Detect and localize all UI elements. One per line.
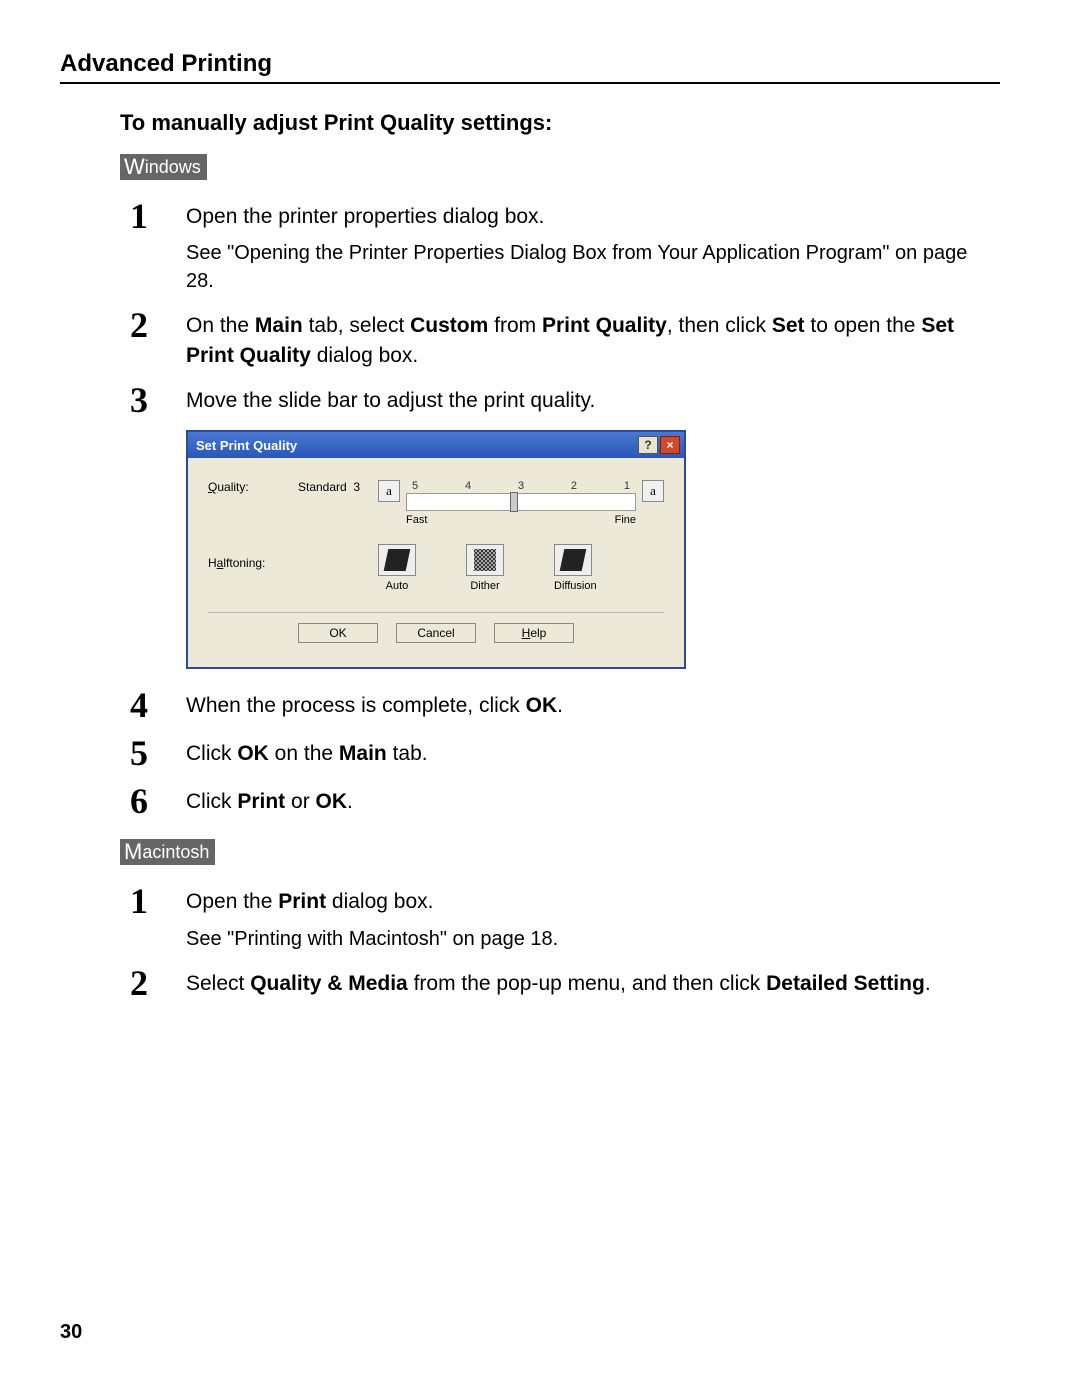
slider-ticks: 5 4 3 2 1 xyxy=(406,480,636,492)
fast-end-icon: a xyxy=(378,480,400,502)
step-1: 1 Open the printer properties dialog box… xyxy=(130,198,1000,295)
step-head: Open the printer properties dialog box. xyxy=(186,202,1000,231)
step-number: 6 xyxy=(130,783,186,819)
macintosh-steps: 1 Open the Print dialog box. See "Printi… xyxy=(130,883,1000,1000)
step-number: 4 xyxy=(130,687,186,723)
halftoning-label: Halftoning: xyxy=(208,556,298,570)
quality-row: Quality: Standard 3 a 5 4 3 2 1 xyxy=(208,480,664,526)
mac-step-1: 1 Open the Print dialog box. See "Printi… xyxy=(130,883,1000,952)
step-6: 6 Click Print or OK. xyxy=(130,783,1000,819)
mac-step-2: 2 Select Quality & Media from the pop-up… xyxy=(130,965,1000,1001)
dialog-title: Set Print Quality xyxy=(196,438,297,453)
step-5: 5 Click OK on the Main tab. xyxy=(130,735,1000,771)
step-head: Open the Print dialog box. xyxy=(186,887,1000,916)
slider-thumb[interactable] xyxy=(510,492,518,512)
halftone-auto[interactable]: Auto xyxy=(378,544,416,592)
set-print-quality-dialog: Set Print Quality ? × Quality: Standard … xyxy=(186,430,686,669)
step-number: 2 xyxy=(130,307,186,343)
step-head: When the process is complete, click OK. xyxy=(186,691,1000,720)
close-icon[interactable]: × xyxy=(660,436,680,454)
windows-steps: 1 Open the printer properties dialog box… xyxy=(130,198,1000,418)
step-head: Select Quality & Media from the pop-up m… xyxy=(186,969,1000,998)
step-head: Move the slide bar to adjust the print q… xyxy=(186,386,1000,415)
help-button[interactable]: Help xyxy=(494,623,574,643)
step-number: 2 xyxy=(130,965,186,1001)
step-head: Click Print or OK. xyxy=(186,787,1000,816)
windows-steps-cont: 4 When the process is complete, click OK… xyxy=(130,687,1000,819)
step-head: Click OK on the Main tab. xyxy=(186,739,1000,768)
halftone-dither[interactable]: Dither xyxy=(466,544,504,592)
step-number: 1 xyxy=(130,198,186,234)
step-number: 5 xyxy=(130,735,186,771)
dialog-separator xyxy=(208,612,664,613)
quality-value: Standard 3 xyxy=(298,480,378,494)
step-sub: See "Opening the Printer Properties Dial… xyxy=(186,239,1000,295)
step-3: 3 Move the slide bar to adjust the print… xyxy=(130,382,1000,418)
macintosh-badge-text: acintosh xyxy=(142,842,209,862)
halftone-diffusion[interactable]: Diffusion xyxy=(554,544,597,592)
quality-slider[interactable]: a 5 4 3 2 1 Fast xyxy=(378,480,664,526)
macintosh-badge: Macintosh xyxy=(120,839,215,865)
quality-label: Quality: xyxy=(208,480,298,494)
fast-label: Fast xyxy=(406,514,427,526)
subheading: To manually adjust Print Quality setting… xyxy=(120,110,1000,136)
page-title: Advanced Printing xyxy=(60,50,1000,78)
step-4: 4 When the process is complete, click OK… xyxy=(130,687,1000,723)
cancel-button[interactable]: Cancel xyxy=(396,623,476,643)
dialog-titlebar: Set Print Quality ? × xyxy=(188,432,684,458)
header-rule xyxy=(60,82,1000,84)
fine-end-icon: a xyxy=(642,480,664,502)
step-2: 2 On the Main tab, select Custom from Pr… xyxy=(130,307,1000,370)
slider-track[interactable] xyxy=(406,493,636,511)
fine-label: Fine xyxy=(615,514,636,526)
page-number: 30 xyxy=(60,1321,82,1344)
help-icon[interactable]: ? xyxy=(638,436,658,454)
step-number: 3 xyxy=(130,382,186,418)
step-sub: See "Printing with Macintosh" on page 18… xyxy=(186,925,1000,953)
windows-badge-text: indows xyxy=(145,157,201,177)
step-head: On the Main tab, select Custom from Prin… xyxy=(186,311,1000,370)
windows-badge: Windows xyxy=(120,154,207,180)
dialog-screenshot: Set Print Quality ? × Quality: Standard … xyxy=(186,430,1000,669)
ok-button[interactable]: OK xyxy=(298,623,378,643)
step-number: 1 xyxy=(130,883,186,919)
